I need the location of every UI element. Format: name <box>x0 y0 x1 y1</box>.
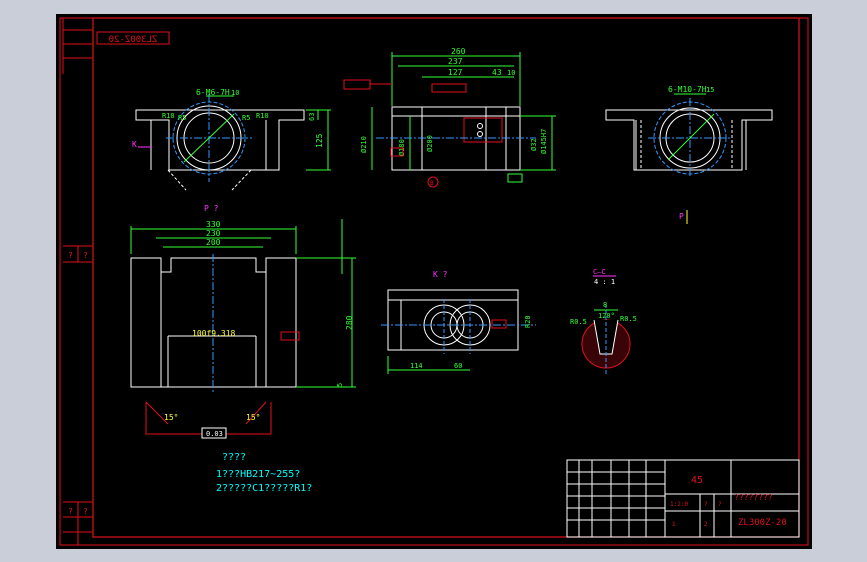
dim-label: 200 <box>206 238 221 247</box>
view-back-right: 6-M10-7H 15 P <box>605 85 773 224</box>
dim-label: 260 <box>451 47 466 56</box>
view-title: K ? <box>433 270 448 279</box>
dim-label: 10 <box>507 69 515 77</box>
dim-label: Ø145H7 <box>540 129 548 154</box>
detail-c-view: C—C 4 : 1 8 120° R0.5 R0.5 <box>570 268 637 376</box>
left-column-mark: ? <box>83 507 88 516</box>
scale-cell: 1:2:0 <box>670 501 688 508</box>
notes-line: 2?????C1?????R1? <box>216 483 312 494</box>
dim-label: 114 <box>410 362 423 370</box>
thread-label: 6-M10-7H <box>668 85 707 94</box>
left-column-mark: ? <box>83 251 88 260</box>
dim-label: 60 <box>454 362 462 370</box>
radius-label: R0.5 <box>570 318 587 326</box>
notes-heading: ???? <box>222 452 246 463</box>
dim-label: Ø32 <box>530 138 538 151</box>
engineering-drawing: ? ? ? ? ZL300Z-20 6-M6-7H 10 R10 R5 R5 R… <box>59 17 809 546</box>
dim-label: 5 <box>336 383 344 387</box>
drawing-number-cell: ZL300Z-20 <box>738 518 787 528</box>
left-column-mark: ? <box>68 507 73 516</box>
flatness-value: 0.03 <box>206 430 223 438</box>
outer-frame <box>59 17 809 546</box>
section-highlight <box>463 117 503 143</box>
title-block: 45 ???????? ZL300Z-20 1:2:0 ? ? 1 2 <box>566 459 800 538</box>
thread-label: 6-M6-7H <box>196 88 230 97</box>
dim-label: 127 <box>448 68 463 77</box>
radius-label: R5 <box>178 114 186 122</box>
radius-label: R5 <box>242 114 250 122</box>
view-front-left: 6-M6-7H 10 R10 R5 R5 R10 63 125 K <box>132 88 331 191</box>
material-cell: 45 <box>691 475 703 486</box>
technical-notes: ???? 1???HB217~255? 2?????C1?????R1? <box>216 452 312 494</box>
sheet-cell: 2 <box>704 521 708 528</box>
drawing-number-stamp-text: ZL300Z-20 <box>109 35 158 45</box>
left-column-mark: ? <box>68 251 73 260</box>
dim-label: 230 <box>206 229 221 238</box>
section-p-view: P ? 330 230 200 280 5 100f9.318 15° 15° … <box>130 204 356 439</box>
radius-label: R10 <box>162 112 175 120</box>
dim-label: 280 <box>345 315 354 330</box>
drawing-canvas: ? ? ? ? ZL300Z-20 6-M6-7H 10 R10 R5 R5 R… <box>56 14 812 549</box>
view-side-middle: 260 237 127 43 10 Ø210 Ø180 Ø200 Ø145H7 … <box>343 47 556 188</box>
dim-label: 125 <box>315 133 324 148</box>
view-p-arrow-label: P <box>679 212 684 221</box>
detail-title: C—C <box>593 268 606 276</box>
section-title: P ? <box>204 204 219 213</box>
center-dimension: 100f9.318 <box>192 329 236 338</box>
dim-label: 8 <box>603 301 607 309</box>
thread-depth: 10 <box>231 89 239 97</box>
tolerance-box <box>343 79 371 90</box>
datum-label: B <box>430 180 434 187</box>
dim-label: Ø210 <box>360 136 368 153</box>
radius-label: R0.5 <box>620 315 637 323</box>
dim-label: 63 <box>308 113 316 121</box>
view-k: K ? 114 60 R20 <box>381 270 536 374</box>
angle-label: 15° <box>164 413 178 422</box>
title-block-cell: ? <box>718 501 722 508</box>
dim-label: 237 <box>448 57 463 66</box>
part-name-cell: ???????? <box>734 493 773 502</box>
housing-outline <box>605 109 773 171</box>
dim-label: 43 <box>492 68 502 77</box>
dim-label: R20 <box>524 315 532 328</box>
dim-label: 330 <box>206 220 221 229</box>
radius-label: R10 <box>256 112 269 120</box>
angle-label: 120° <box>598 312 615 320</box>
tolerance-box <box>431 83 467 93</box>
view-k-arrow-label: K <box>132 140 137 149</box>
angle-label: 15° <box>246 413 260 422</box>
thread-depth: 15 <box>706 86 714 94</box>
notes-line: 1???HB217~255? <box>216 469 300 480</box>
title-block-cell: ? <box>704 501 708 508</box>
sheet-cell: 1 <box>672 521 676 528</box>
detail-scale: 4 : 1 <box>594 278 615 286</box>
